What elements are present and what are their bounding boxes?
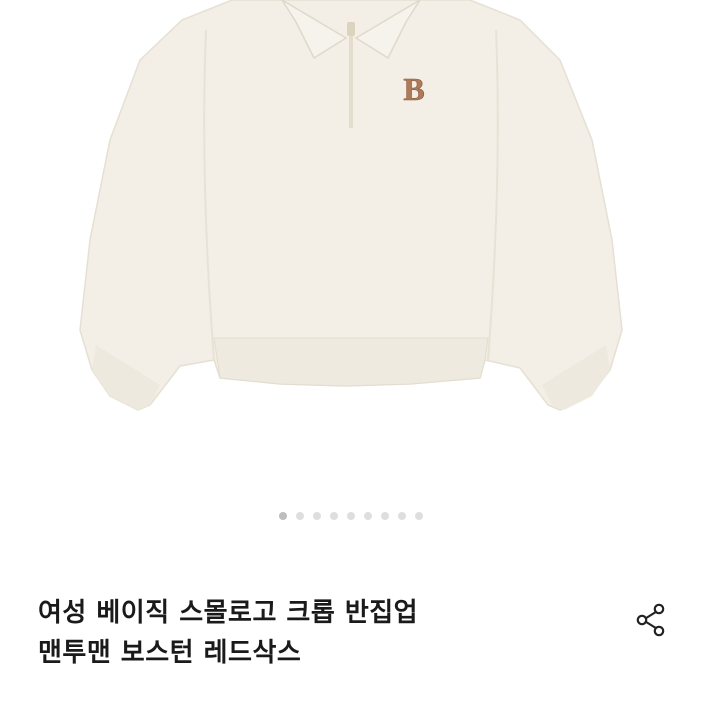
gallery-pagination [0,512,702,520]
gallery-dot[interactable] [364,512,372,520]
share-button[interactable] [632,601,670,639]
logo-letter: B [403,71,424,107]
gallery-dot[interactable] [296,512,304,520]
product-title-line-2: 맨투맨 보스턴 레드삭스 [38,638,302,668]
product-photo[interactable]: B [0,0,702,545]
gallery-dot[interactable] [279,512,287,520]
product-image-gallery[interactable]: B [0,0,702,545]
product-title-line-1: 여성 베이직 스몰로고 크롭 반집업 [38,598,419,628]
gallery-dot[interactable] [381,512,389,520]
gallery-dot[interactable] [415,512,423,520]
share-icon [636,603,665,637]
gallery-dot[interactable] [398,512,406,520]
gallery-dot[interactable] [330,512,338,520]
product-info: 여성 베이직 스몰로고 크롭 반집업 맨투맨 보스턴 레드삭스 [0,545,702,702]
product-title: 여성 베이직 스몰로고 크롭 반집업 맨투맨 보스턴 레드삭스 [38,593,598,673]
gallery-dot[interactable] [347,512,355,520]
gallery-dot[interactable] [313,512,321,520]
